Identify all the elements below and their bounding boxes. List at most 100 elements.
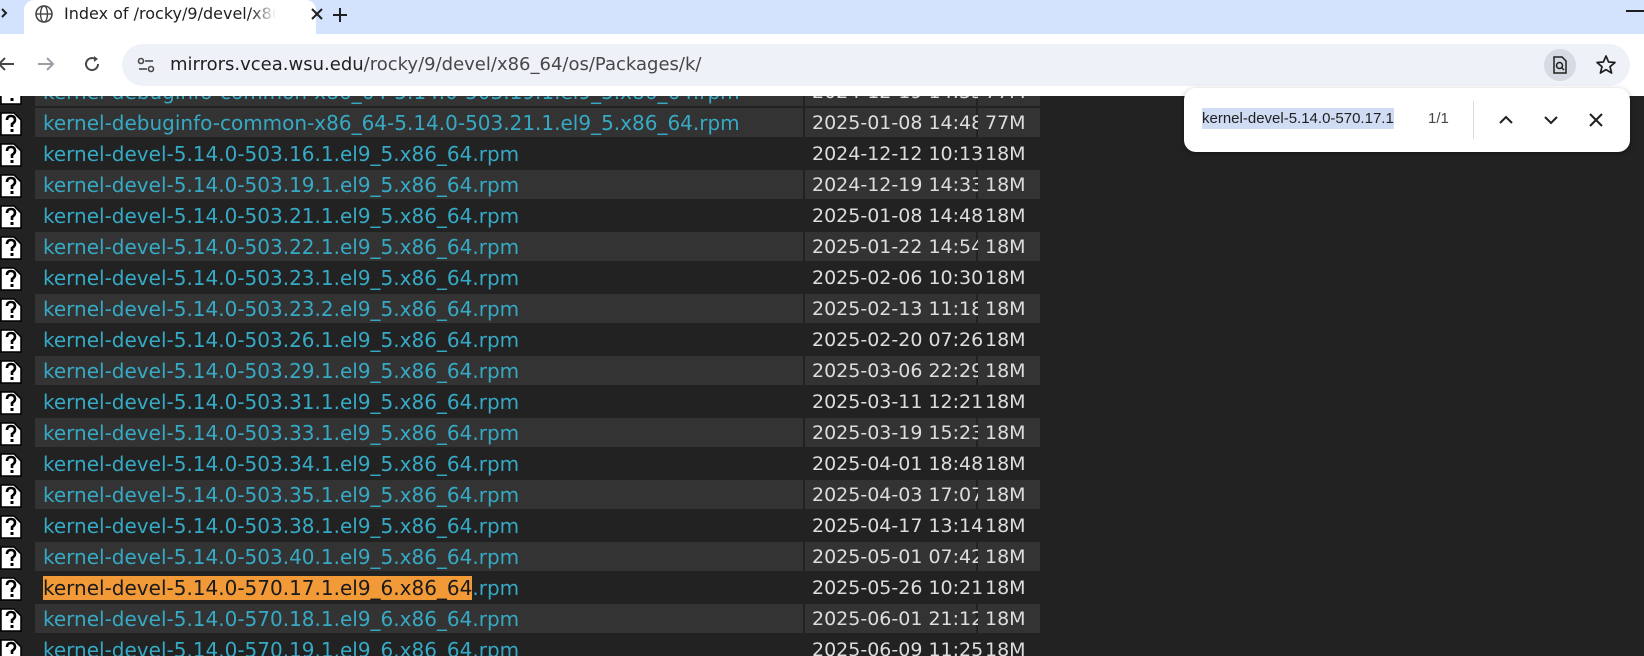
listing-row: kernel-debuginfo-common-x86_64-5.14.0-50… [0,108,1044,139]
file-size: 18M [985,143,1026,165]
find-in-page-chip[interactable] [1544,49,1576,81]
active-tab[interactable]: Index of /rocky/9/devel/x86_64/os/Packag… [24,0,323,34]
listing-row: kernel-devel-5.14.0-570.17.1.el9_6.x86_6… [0,573,1044,604]
listing-row: kernel-devel-5.14.0-503.38.1.el9_5.x86_6… [0,511,1044,542]
minimize-window-icon[interactable] [1626,10,1644,12]
file-size: 18M [985,360,1026,382]
size-cell: 18M [978,263,1040,292]
address-bar[interactable]: mirrors.vcea.wsu.edu/rocky/9/devel/x86_6… [122,44,1630,86]
unknown-file-icon [0,329,22,353]
file-date: 2025-04-01 18:48 [812,453,984,475]
size-cell: 18M [978,449,1040,478]
bookmark-star-icon[interactable] [1594,53,1618,77]
unknown-file-icon [0,484,22,508]
listing-row: kernel-devel-5.14.0-570.18.1.el9_6.x86_6… [0,604,1044,635]
file-size: 18M [985,484,1026,506]
unknown-file-icon [0,391,22,415]
file-link[interactable]: kernel-devel-5.14.0-503.23.1.el9_5.x86_6… [43,265,519,291]
new-tab-icon[interactable] [328,3,352,27]
listing-row: kernel-devel-5.14.0-503.22.1.el9_5.x86_6… [0,232,1044,263]
size-cell: 18M [978,356,1040,385]
file-link[interactable]: kernel-devel-5.14.0-503.19.1.el9_5.x86_6… [43,172,519,198]
listing-row: kernel-devel-5.14.0-503.16.1.el9_5.x86_6… [0,139,1044,170]
file-link[interactable]: kernel-devel-5.14.0-503.38.1.el9_5.x86_6… [43,513,519,539]
date-cell: 2025-03-06 22:29 [805,356,983,385]
unknown-file-icon [0,577,22,601]
file-date: 2025-01-08 14:48 [812,112,984,134]
file-size: 18M [985,174,1026,196]
size-cell: 77M [978,96,1040,106]
file-link[interactable]: kernel-devel-5.14.0-503.23.2.el9_5.x86_6… [43,296,519,322]
date-cell: 2025-06-01 21:12 [805,604,983,633]
size-cell: 18M [978,139,1040,168]
file-size: 77M [985,112,1026,134]
url-host: mirrors.vcea.wsu.edu [170,54,364,75]
file-link[interactable]: kernel-devel-5.14.0-570.19.1.el9_6.x86_6… [43,637,519,656]
name-cell: kernel-devel-5.14.0-503.16.1.el9_5.x86_6… [35,139,803,168]
file-link[interactable]: kernel-devel-5.14.0-503.26.1.el9_5.x86_6… [43,327,519,353]
file-date: 2025-02-20 07:26 [812,329,984,351]
file-link[interactable]: kernel-devel-5.14.0-503.22.1.el9_5.x86_6… [43,234,519,260]
file-date: 2024-12-19 14:33 [812,96,983,105]
date-cell: 2025-03-19 15:23 [805,418,983,447]
listing-row: kernel-devel-5.14.0-503.23.1.el9_5.x86_6… [0,263,1044,294]
tab-search-chevron-icon[interactable] [0,0,14,34]
close-find-icon[interactable] [1584,108,1608,132]
date-cell: 2024-12-12 10:13 [805,139,983,168]
file-link[interactable]: kernel-devel-5.14.0-503.34.1.el9_5.x86_6… [43,451,519,477]
back-arrow-icon[interactable] [0,52,18,76]
file-link[interactable]: kernel-devel-5.14.0-503.21.1.el9_5.x86_6… [43,203,519,229]
file-date: 2025-05-26 10:21 [812,577,984,599]
name-cell: kernel-debuginfo-common-x86_64-5.14.0-50… [35,96,803,106]
name-cell: kernel-devel-5.14.0-503.38.1.el9_5.x86_6… [35,511,803,540]
previous-match-icon[interactable] [1494,108,1518,132]
date-cell: 2025-05-01 07:42 [805,542,983,571]
file-date: 2025-03-11 12:21 [812,391,984,413]
file-link[interactable]: kernel-devel-5.14.0-503.31.1.el9_5.x86_6… [43,389,519,415]
next-match-icon[interactable] [1539,108,1563,132]
name-cell: kernel-devel-5.14.0-503.29.1.el9_5.x86_6… [35,356,803,385]
file-link[interactable]: kernel-devel-5.14.0-570.18.1.el9_6.x86_6… [43,606,519,632]
file-link-suffix: .rpm [472,576,520,600]
file-size: 18M [985,453,1026,475]
date-cell: 2025-02-20 07:26 [805,325,983,354]
tab-title: Index of /rocky/9/devel/x86_64/os/Packag… [64,4,276,23]
date-cell: 2025-01-22 14:54 [805,232,983,261]
file-link[interactable]: kernel-devel-5.14.0-503.40.1.el9_5.x86_6… [43,544,519,570]
file-size: 18M [985,639,1026,656]
find-query: kernel-devel-5.14.0-570.17.1 [1202,108,1394,129]
find-match-count: 1/1 [1428,110,1449,127]
forward-arrow-icon[interactable] [34,52,58,76]
file-link[interactable]: kernel-devel-5.14.0-503.33.1.el9_5.x86_6… [43,420,519,446]
find-in-page-icon [1553,56,1567,74]
unknown-file-icon [0,639,22,656]
file-size: 18M [985,329,1026,351]
file-link[interactable]: kernel-devel-5.14.0-503.29.1.el9_5.x86_6… [43,358,519,384]
site-info-icon[interactable] [136,55,156,75]
close-tab-icon[interactable] [307,4,327,24]
unknown-file-icon [0,298,22,322]
name-cell: kernel-devel-5.14.0-503.23.2.el9_5.x86_6… [35,294,803,323]
file-size: 18M [985,422,1026,444]
file-link[interactable]: kernel-debuginfo-common-x86_64-5.14.0-50… [43,110,740,136]
name-cell: kernel-devel-5.14.0-503.35.1.el9_5.x86_6… [35,480,803,509]
url-text[interactable]: mirrors.vcea.wsu.edu/rocky/9/devel/x86_6… [170,53,701,77]
name-cell: kernel-devel-5.14.0-503.34.1.el9_5.x86_6… [35,449,803,478]
file-link[interactable]: kernel-devel-5.14.0-503.16.1.el9_5.x86_6… [43,141,519,167]
unknown-file-icon [0,515,22,539]
name-cell: kernel-devel-5.14.0-503.40.1.el9_5.x86_6… [35,542,803,571]
file-link[interactable]: kernel-devel-5.14.0-503.35.1.el9_5.x86_6… [43,482,519,508]
file-link[interactable]: kernel-debuginfo-common-x86_64-5.14.0-50… [43,96,740,105]
reload-icon[interactable] [80,52,104,76]
size-cell: 77M [978,108,1040,137]
listing-row: kernel-devel-5.14.0-503.23.2.el9_5.x86_6… [0,294,1044,325]
file-size: 18M [985,608,1026,630]
find-match-highlight: kernel-devel-5.14.0-570.17.1.el9_6.x86_6… [43,576,473,600]
name-cell: kernel-devel-5.14.0-570.18.1.el9_6.x86_6… [35,604,803,633]
name-cell: kernel-devel-5.14.0-503.21.1.el9_5.x86_6… [35,201,803,230]
file-link[interactable]: kernel-devel-5.14.0-570.17.1.el9_6.x86_6… [43,575,519,601]
unknown-file-icon [0,112,22,136]
find-input[interactable]: kernel-devel-5.14.0-570.17.1 [1202,104,1394,134]
name-cell: kernel-devel-5.14.0-570.17.1.el9_6.x86_6… [35,573,803,602]
listing-row: kernel-devel-5.14.0-503.35.1.el9_5.x86_6… [0,480,1044,511]
